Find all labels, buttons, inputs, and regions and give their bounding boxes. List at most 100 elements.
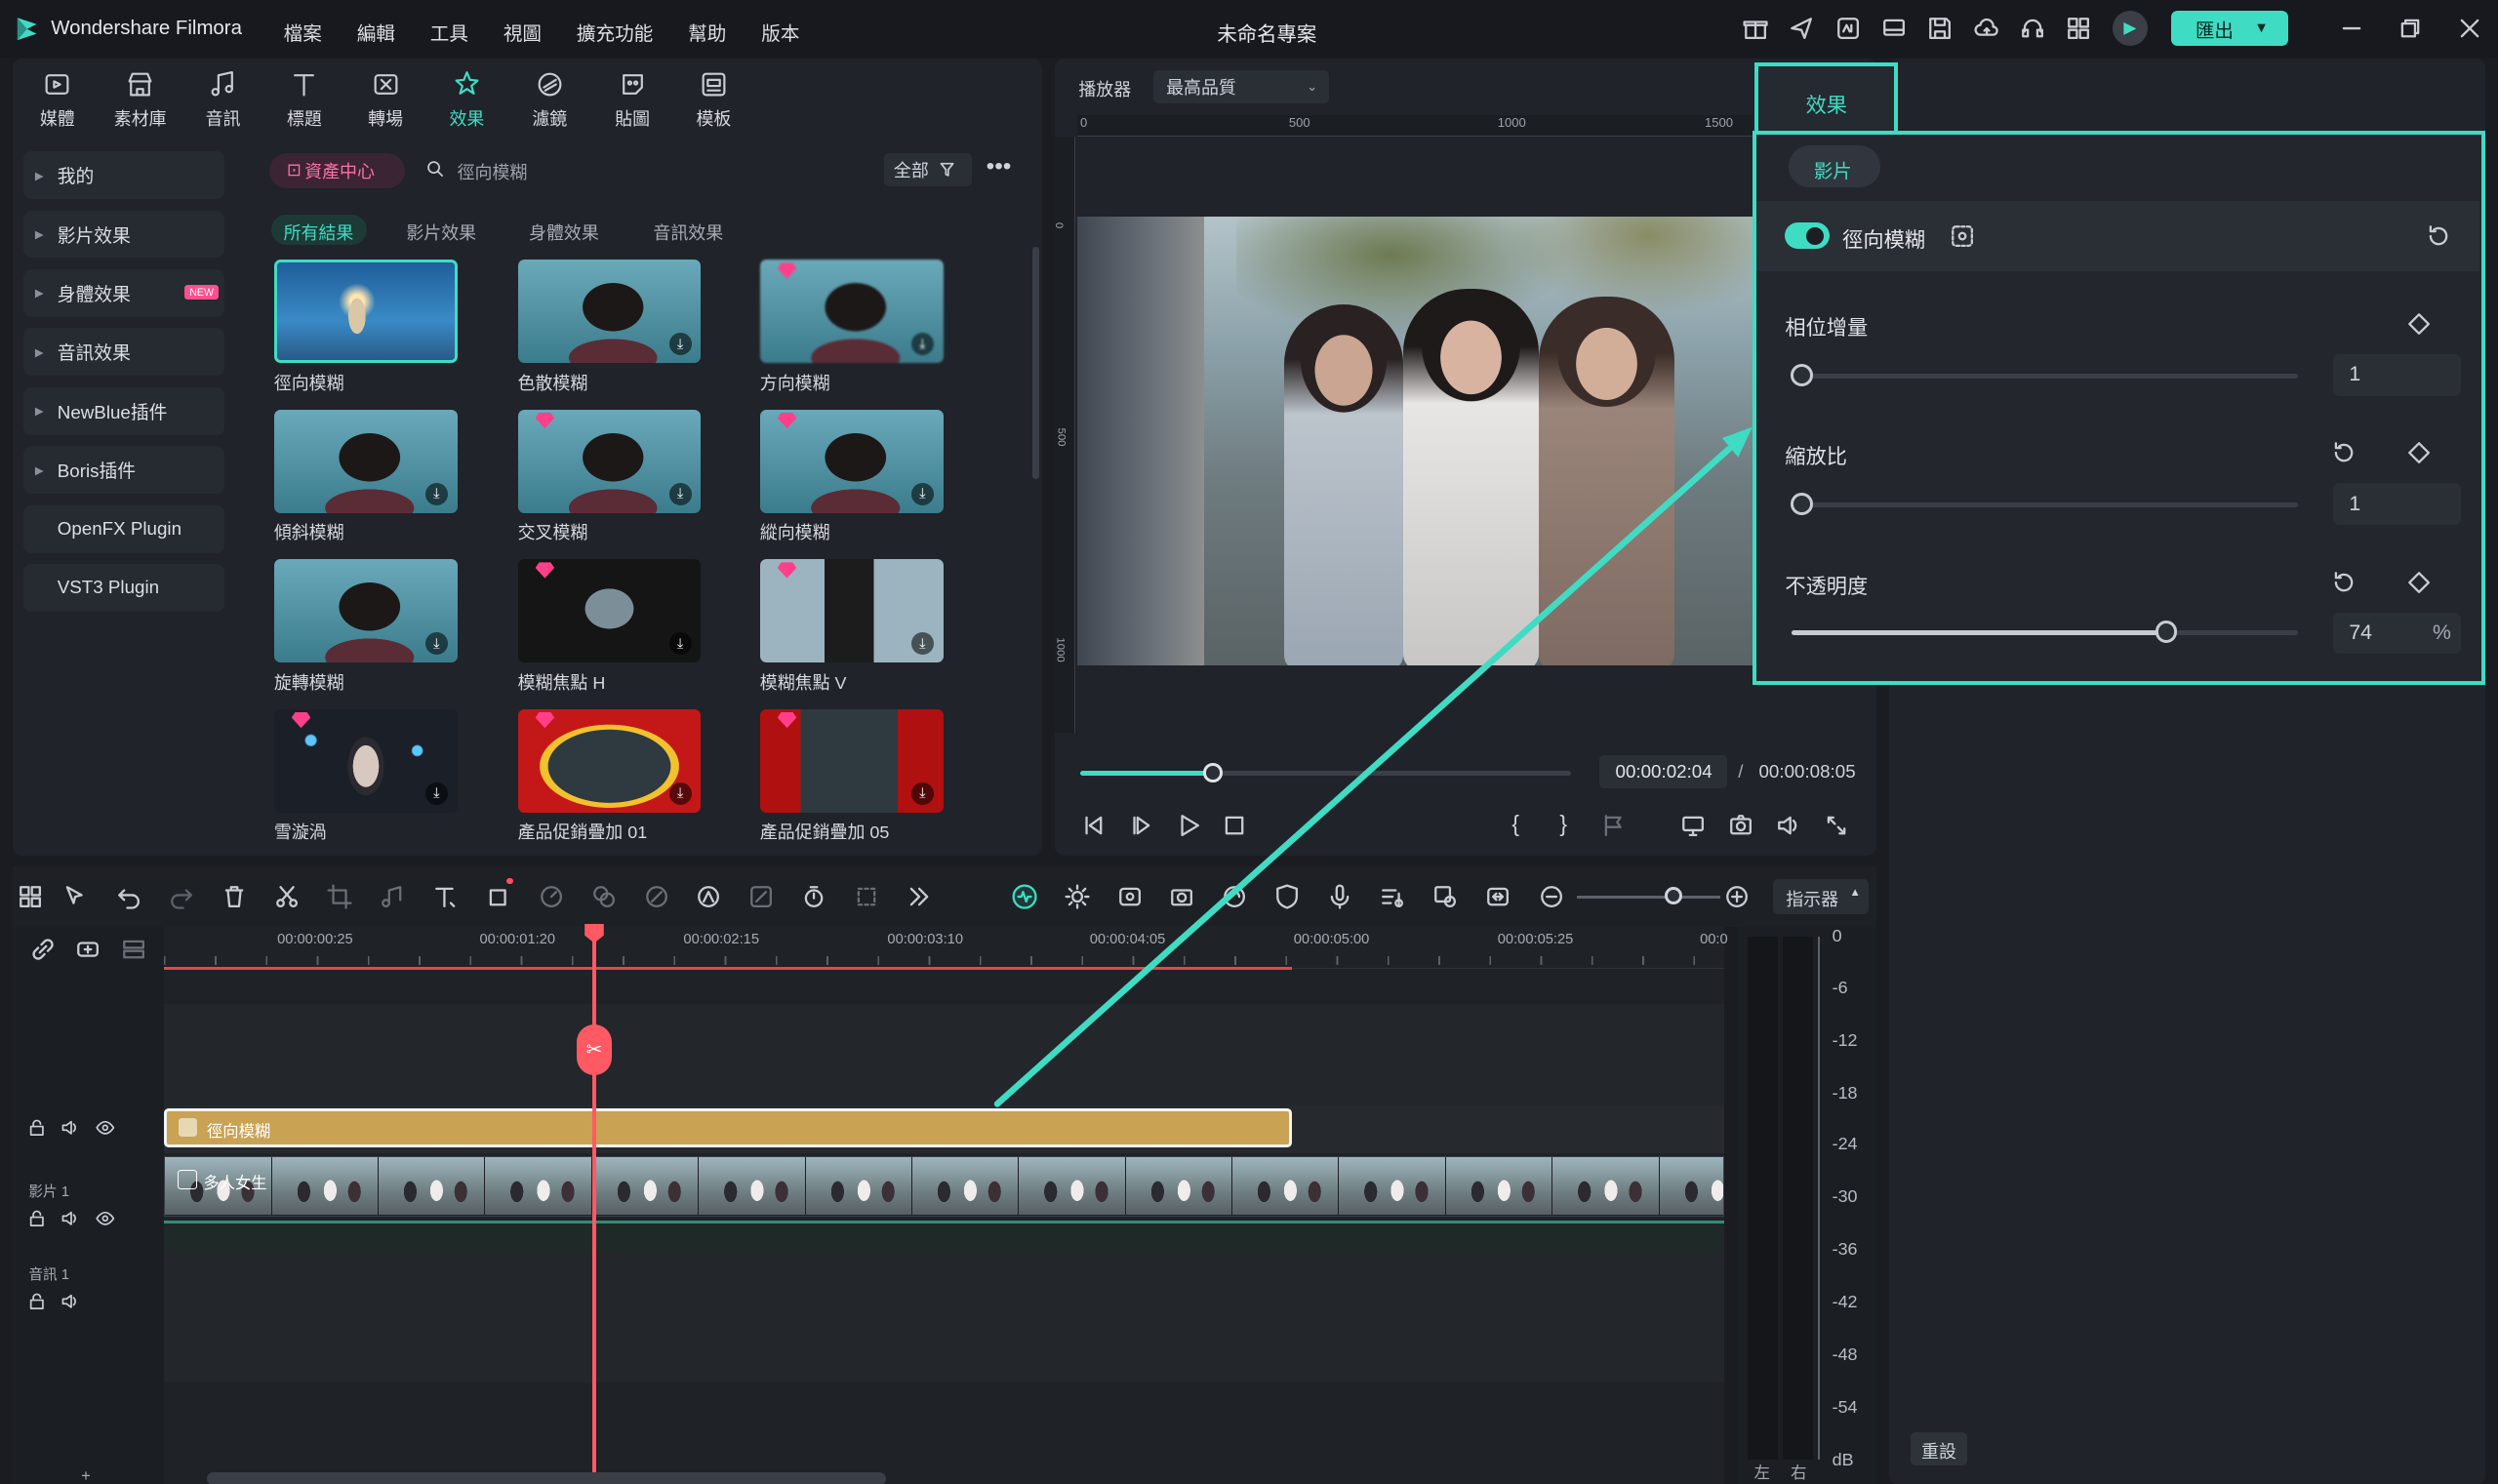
text-tool-icon[interactable]	[430, 881, 463, 913]
sun-effect-icon[interactable]	[1061, 881, 1093, 913]
download-icon[interactable]: ⤓	[910, 333, 934, 356]
zoom-in-icon[interactable]	[1720, 881, 1753, 913]
effect-card-snow-swirl[interactable]: ⤓	[273, 708, 458, 813]
effect-enable-toggle[interactable]	[1785, 221, 1831, 250]
lock-icon[interactable]	[25, 1290, 48, 1312]
marker-icon[interactable]	[1599, 811, 1628, 839]
effect-card-vertical-blur[interactable]: ⤓	[759, 409, 944, 513]
param-scale-slider[interactable]	[1790, 493, 2299, 516]
effect-card-directional-blur[interactable]: ⤓	[759, 260, 944, 364]
fullscreen-icon[interactable]	[1823, 811, 1851, 839]
tab-titles[interactable]: 標題	[264, 67, 344, 131]
audio-ducking-icon[interactable]	[1113, 881, 1146, 913]
save-icon[interactable]	[1926, 15, 1954, 43]
volume-icon[interactable]	[1775, 811, 1803, 839]
gift-icon[interactable]	[1742, 15, 1770, 43]
undo-icon[interactable]	[113, 881, 145, 913]
lock-icon[interactable]	[25, 1117, 48, 1140]
download-icon[interactable]: ⤓	[910, 482, 934, 505]
split-scissors-icon[interactable]	[271, 881, 303, 913]
record-screen-icon[interactable]	[1166, 881, 1198, 913]
menu-extensions[interactable]: 擴充功能	[577, 18, 653, 46]
export-button[interactable]: 匯出 ▼	[2171, 11, 2288, 47]
audio-stretch-icon[interactable]	[376, 881, 408, 913]
sidebar-item-newblue[interactable]: ▶ NewBlue插件	[23, 386, 225, 435]
filter-tab-video[interactable]: 影片效果	[406, 220, 476, 245]
keyframe-diamond-icon[interactable]	[2404, 568, 2433, 596]
add-track-icon[interactable]	[73, 935, 101, 963]
preview-video[interactable]	[1076, 217, 1753, 666]
download-icon[interactable]: ⤓	[424, 632, 448, 656]
display-icon[interactable]	[1679, 811, 1708, 839]
eye-icon[interactable]	[94, 1117, 116, 1140]
ai-mask-icon[interactable]	[1950, 223, 1975, 249]
ai-feature-icon[interactable]	[1833, 15, 1862, 43]
minimize-icon[interactable]	[2339, 16, 2364, 41]
sidebar-item-vst3[interactable]: VST3 Plugin	[23, 563, 225, 612]
effect-card-chromatic-blur[interactable]: ⤓	[517, 260, 702, 364]
mark-in-icon[interactable]: {	[1511, 811, 1519, 837]
cloud-upload-icon[interactable]	[1972, 15, 2000, 43]
snapshot-camera-icon[interactable]	[1727, 811, 1755, 839]
zoom-slider[interactable]	[1577, 887, 1721, 905]
speaker-icon[interactable]	[59, 1290, 81, 1312]
link-icon[interactable]	[28, 935, 57, 963]
close-icon[interactable]	[2457, 16, 2482, 41]
sidebar-item-audio-effects[interactable]: ▶ 音訊效果	[23, 328, 225, 377]
send-icon[interactable]	[1788, 15, 1816, 43]
add-icon[interactable]: +	[81, 1467, 91, 1484]
headset-icon[interactable]	[2019, 15, 2047, 43]
effect-card-rotate-blur[interactable]: ⤓	[273, 559, 458, 663]
keyframe-diamond-icon[interactable]	[2404, 309, 2433, 338]
stop-icon[interactable]	[1221, 811, 1249, 839]
param-opacity-input[interactable]: 74 %	[2333, 612, 2461, 655]
download-icon[interactable]: ⤓	[910, 632, 934, 656]
effect-card-cross-blur[interactable]: ⤓	[517, 409, 702, 513]
filter-tab-body[interactable]: 身體效果	[529, 220, 599, 245]
menu-file[interactable]: 檔案	[284, 18, 322, 46]
fit-width-icon[interactable]	[1481, 881, 1513, 913]
reset-param-icon[interactable]	[2330, 568, 2358, 596]
mark-out-icon[interactable]: }	[1559, 811, 1567, 837]
tab-effects[interactable]: 效果	[427, 67, 507, 131]
shield-icon[interactable]	[1271, 881, 1304, 913]
sidebar-item-body-effects[interactable]: ▶ 身體效果 NEW	[23, 268, 225, 317]
video-clip[interactable]: 多人女生	[164, 1156, 1724, 1218]
tab-templates[interactable]: 模板	[674, 67, 754, 131]
playback-progress-knob[interactable]	[1202, 763, 1223, 782]
replace-icon[interactable]	[1430, 881, 1462, 913]
auto-beat-icon[interactable]	[1008, 881, 1040, 913]
redo-icon[interactable]	[166, 881, 198, 913]
color-icon[interactable]	[587, 881, 620, 913]
filter-dropdown[interactable]: 全部	[884, 152, 972, 187]
speaker-icon[interactable]	[59, 1117, 81, 1140]
asset-center-button[interactable]: ⊡ 資產中心	[268, 152, 405, 188]
indicator-dropdown[interactable]: 指示器 ▲	[1773, 879, 1870, 915]
rectangle-tool-icon[interactable]	[483, 881, 515, 913]
reset-button[interactable]: 重設	[1910, 1431, 1968, 1466]
menu-help[interactable]: 幫助	[688, 18, 726, 46]
eye-icon[interactable]	[94, 1208, 116, 1230]
effect-card-blur-focus-v[interactable]: ⤓	[759, 559, 944, 663]
tab-filters[interactable]: 濾鏡	[509, 67, 589, 131]
layout-grid-icon[interactable]	[15, 881, 47, 913]
restore-icon[interactable]	[2397, 16, 2423, 41]
ai-tool-icon[interactable]	[693, 881, 725, 913]
param-phase-slider[interactable]	[1790, 363, 2299, 386]
avatar[interactable]	[2112, 11, 2148, 47]
split-scissors-marker-icon[interactable]: ✂	[577, 1023, 612, 1076]
download-icon[interactable]: ⤓	[668, 632, 692, 656]
delete-icon[interactable]	[219, 881, 251, 913]
sidebar-item-openfx[interactable]: OpenFX Plugin	[23, 504, 225, 553]
download-icon[interactable]: ⤓	[424, 482, 448, 505]
fit-icon[interactable]	[851, 881, 883, 913]
current-time-box[interactable]: 00:00:02:04	[1599, 754, 1727, 789]
audio-mix-icon[interactable]	[1377, 881, 1409, 913]
zoom-out-icon[interactable]	[1536, 881, 1568, 913]
effect-clip[interactable]: 徑向模糊	[164, 1108, 1293, 1147]
library-scrollbar[interactable]	[1031, 247, 1039, 480]
param-scale-knob[interactable]	[1790, 493, 1813, 516]
menu-edit[interactable]: 編輯	[357, 18, 395, 46]
sidebar-item-video-effects[interactable]: ▶ 影片效果	[23, 210, 225, 259]
timeline-scrollbar[interactable]	[207, 1471, 886, 1484]
